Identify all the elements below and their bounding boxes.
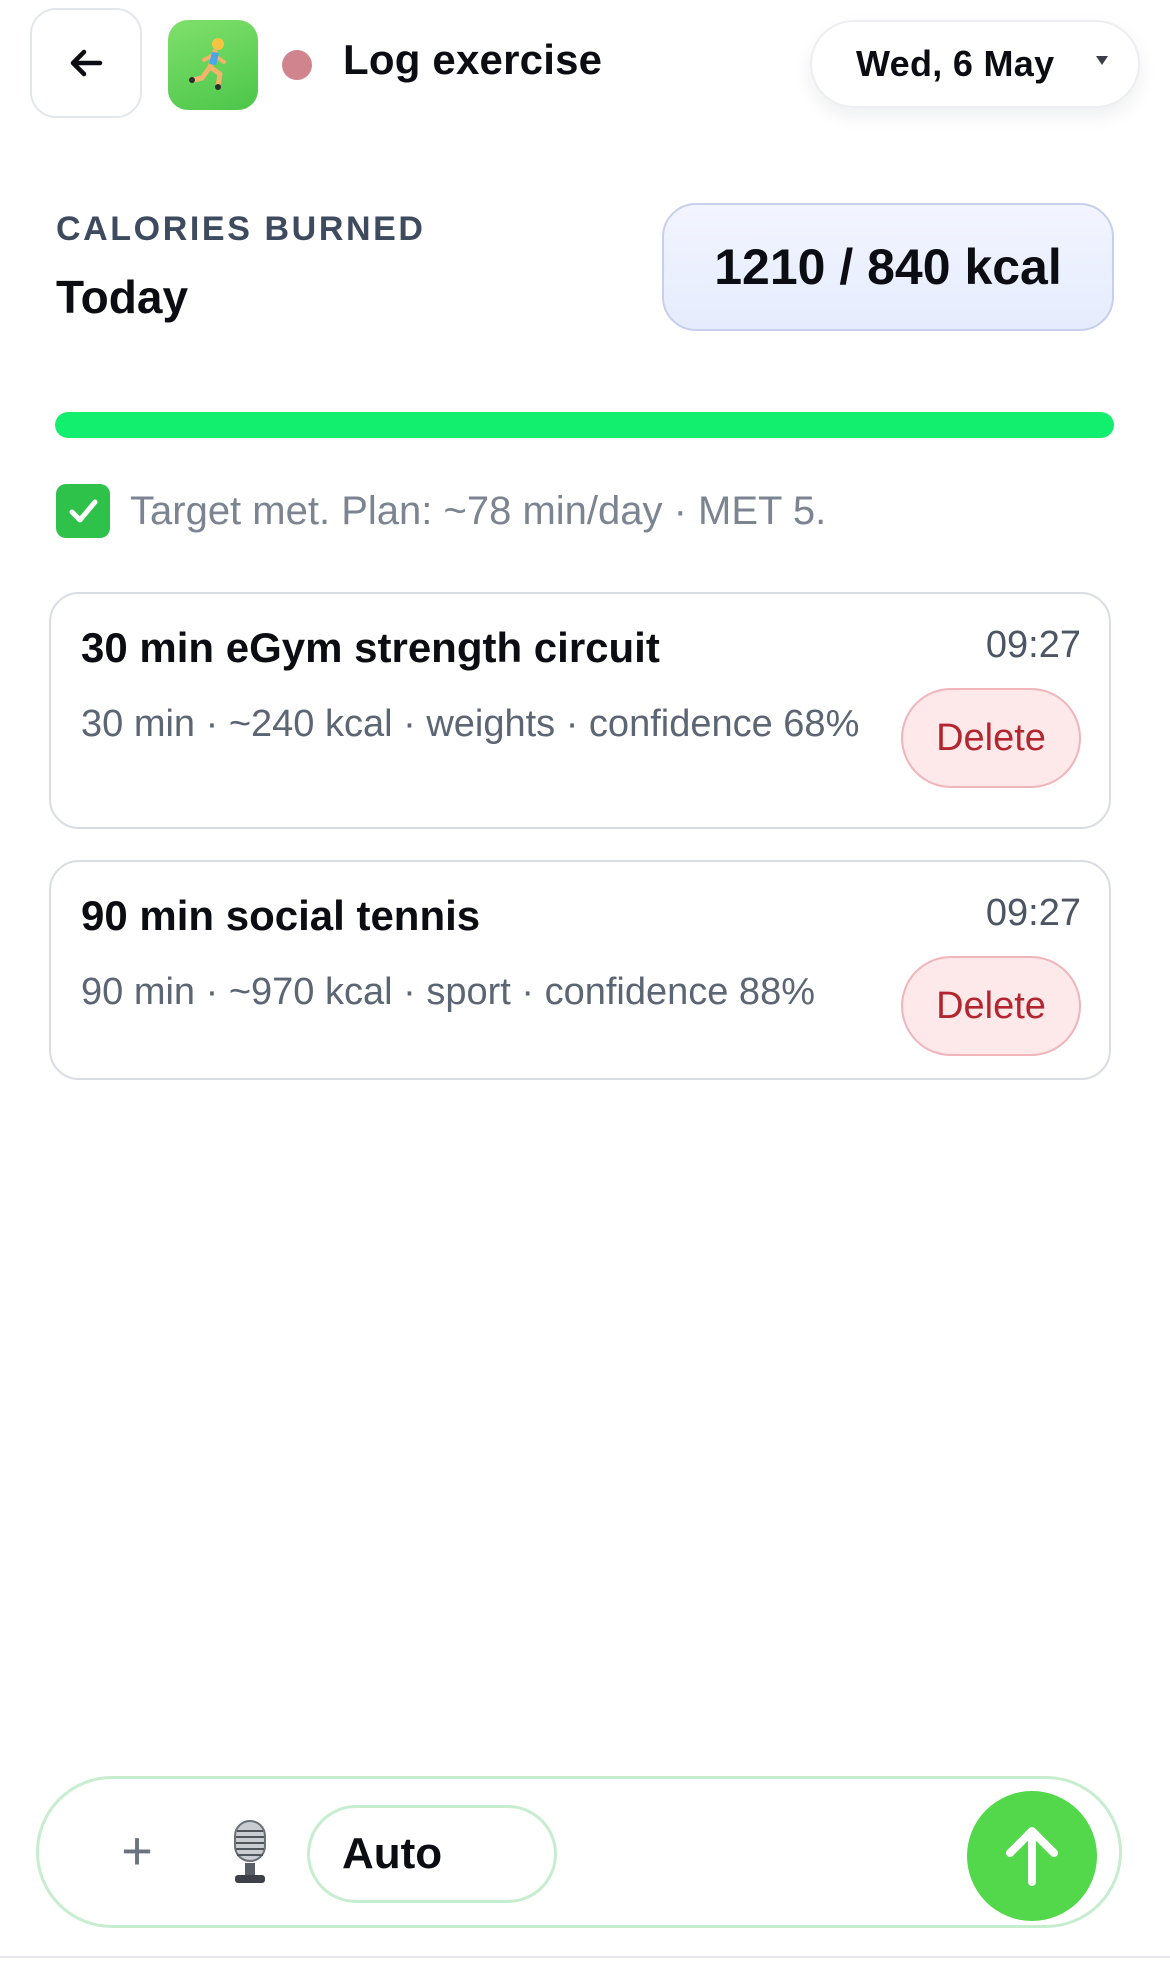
entry-title: 90 min social tennis [81, 892, 481, 939]
calorie-progress-fill [55, 412, 1114, 438]
delete-button-label: Delete [936, 716, 1046, 759]
entry-title: 30 min eGym strength circuit [81, 624, 660, 671]
page-title: Log exercise [343, 36, 603, 83]
exercise-entry-card: 30 min eGym strength circuit 09:27 30 mi… [49, 592, 1111, 829]
calorie-progress-bar [55, 412, 1114, 438]
kcal-total-text: 1210 / 840 kcal [714, 239, 1062, 295]
kcal-total-badge: 1210 / 840 kcal [662, 203, 1114, 331]
send-button[interactable] [967, 1791, 1097, 1921]
add-attachment-button[interactable]: + [101, 1815, 173, 1887]
calories-burned-label: CALORIES BURNED [56, 210, 426, 248]
microphone-button[interactable] [217, 1819, 283, 1885]
arrow-left-icon [70, 49, 103, 77]
person-running-icon [189, 38, 226, 90]
status-dot [282, 50, 312, 80]
target-status-text: Target met. Plan: ~78 min/day · MET 5. [130, 488, 827, 533]
delete-button-label: Delete [936, 984, 1046, 1027]
date-label: Wed, 6 May [856, 43, 1055, 84]
microphone-icon [234, 1820, 266, 1883]
composer-bar: + Auto [36, 1776, 1122, 1928]
bottom-divider [0, 1956, 1170, 1958]
check-mark-icon [56, 484, 110, 538]
chevron-down-icon [1096, 56, 1108, 65]
entry-time: 09:27 [985, 892, 1081, 934]
back-button[interactable] [30, 8, 142, 118]
period-label: Today [56, 271, 189, 323]
mode-select-label: Auto [342, 1829, 443, 1878]
delete-button[interactable]: Delete [901, 688, 1081, 788]
entry-time: 09:27 [985, 624, 1081, 666]
date-select[interactable]: Wed, 6 May [810, 20, 1140, 108]
app-icon [168, 20, 258, 110]
entry-details: 30 min · ~240 kcal · weights · confidenc… [81, 703, 860, 745]
delete-button[interactable]: Delete [901, 956, 1081, 1056]
exercise-entry-card: 90 min social tennis 09:27 90 min · ~970… [49, 860, 1111, 1080]
entry-details: 90 min · ~970 kcal · sport · confidence … [81, 971, 815, 1013]
target-status: Target met. Plan: ~78 min/day · MET 5. [56, 484, 826, 538]
mode-select[interactable]: Auto [307, 1805, 557, 1903]
arrow-up-icon [1006, 1827, 1058, 1886]
